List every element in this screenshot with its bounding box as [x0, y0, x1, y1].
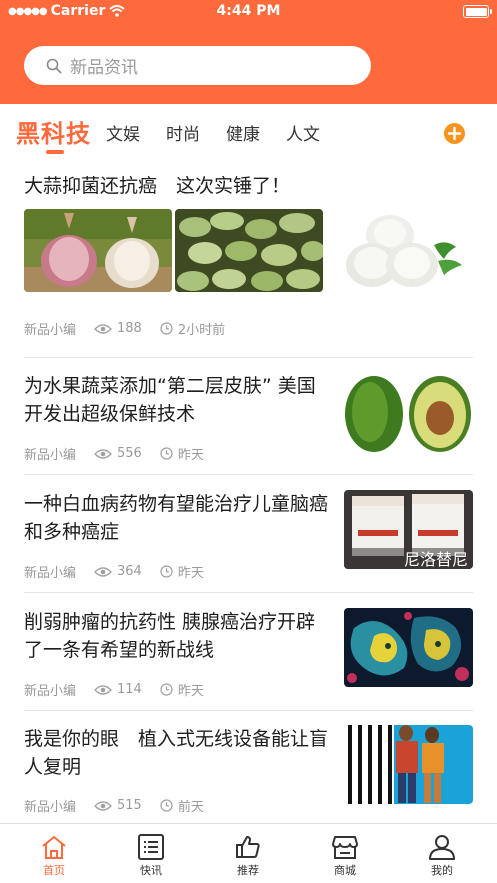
divider [24, 357, 473, 358]
tab-fashion[interactable]: 时尚 [166, 120, 200, 145]
article-views: 188 [117, 321, 142, 336]
bottom-tab-bar: 首页 快讯 推荐 商城 我的 [0, 823, 497, 883]
eye-icon [94, 448, 112, 459]
clock-icon [160, 322, 173, 335]
article-card-garlic[interactable]: 大蒜抑菌还抗癌 这次实锤了！ 新品小编 188 2小时前 [24, 172, 473, 342]
article-author: 新品小编 [24, 684, 77, 699]
article-time: 昨天 [177, 684, 204, 699]
article-views: 556 [117, 446, 142, 461]
tab-entertainment[interactable]: 文娱 [106, 120, 140, 145]
article-card-leukemia-drug[interactable]: 一种白血病药物有望能治疗儿童脑癌和多种癌症 新品小编 364 昨天 尼洛替尼 [24, 490, 473, 588]
active-tab-indicator [46, 150, 64, 154]
clock: 4:44 PM [216, 3, 281, 19]
article-meta: 新品小编 364 昨天 [24, 562, 204, 581]
article-title: 为水果蔬菜添加“第二层皮肤” 美国开发出超级保鲜技术 [24, 375, 316, 425]
article-time: 前天 [177, 800, 204, 815]
nav-recommend[interactable]: 推荐 [208, 824, 288, 883]
article-card-wireless-implant[interactable]: 我是你的眼 植入式无线设备能让盲人复明 新品小编 515 前天 [24, 725, 473, 817]
tab-humanities[interactable]: 人文 [286, 120, 320, 145]
nav-label: 商城 [334, 864, 356, 877]
article-meta: 新品小编 114 昨天 [24, 680, 204, 699]
article-time: 2小时前 [177, 323, 226, 338]
article-card-tumor-resistance[interactable]: 削弱肿瘤的抗药性 胰腺癌治疗开辟了一条有希望的新战线 新品小编 114 昨天 [24, 608, 473, 706]
article-views: 515 [117, 798, 142, 813]
article-meta: 新品小编 188 2小时前 [24, 319, 225, 338]
plus-icon [447, 126, 462, 141]
category-tabs: 黑科技 文娱 时尚 健康 人文 [0, 104, 497, 158]
article-thumbnail: 尼洛替尼 [344, 490, 473, 569]
article-meta: 新品小编 556 昨天 [24, 444, 204, 463]
nav-label: 快讯 [140, 864, 162, 877]
eye-icon [94, 566, 112, 577]
nav-home[interactable]: 首页 [14, 824, 94, 883]
nav-profile[interactable]: 我的 [402, 824, 482, 883]
article-thumbnail [344, 372, 473, 452]
divider [24, 592, 473, 593]
article-thumbnail [344, 608, 473, 687]
status-bar: ●●●●● Carrier 4:44 PM [0, 0, 497, 24]
user-icon [429, 835, 455, 860]
list-icon [138, 834, 164, 860]
nav-label: 推荐 [237, 864, 259, 877]
article-title: 大蒜抑菌还抗癌 这次实锤了！ [24, 175, 291, 197]
article-time: 昨天 [177, 566, 204, 581]
search-placeholder: 新品资讯 [70, 58, 138, 78]
clock-icon [160, 447, 173, 460]
divider [24, 710, 473, 711]
article-card-preservation[interactable]: 为水果蔬菜添加“第二层皮肤” 美国开发出超级保鲜技术 新品小编 556 昨天 [24, 372, 473, 470]
clock-icon [160, 799, 173, 812]
search-icon [46, 58, 62, 73]
thumbnail-caption: 尼洛替尼 [404, 550, 468, 569]
clock-icon [160, 565, 173, 578]
nav-newsflash[interactable]: 快讯 [111, 824, 191, 883]
home-icon [42, 836, 66, 859]
article-views: 364 [117, 564, 142, 579]
article-title: 一种白血病药物有望能治疗儿童脑癌和多种癌症 [24, 493, 329, 543]
eye-icon [94, 800, 112, 811]
article-author: 新品小编 [24, 800, 77, 815]
article-views: 114 [117, 682, 142, 697]
add-category-button[interactable] [444, 123, 465, 144]
nav-label: 首页 [43, 864, 65, 877]
tab-health[interactable]: 健康 [226, 120, 260, 145]
article-image-garlic-3 [326, 209, 473, 292]
article-author: 新品小编 [24, 448, 77, 463]
nav-store[interactable]: 商城 [305, 824, 385, 883]
article-title: 削弱肿瘤的抗药性 胰腺癌治疗开辟了一条有希望的新战线 [24, 611, 316, 661]
article-image-garlic-2 [175, 209, 323, 292]
nav-label: 我的 [431, 864, 453, 877]
article-time: 昨天 [177, 448, 204, 463]
clock-icon [160, 683, 173, 696]
article-meta: 新品小编 515 前天 [24, 796, 204, 815]
header-bar: ●●●●● Carrier 4:44 PM 新品资讯 [0, 0, 497, 104]
article-title: 我是你的眼 植入式无线设备能让盲人复明 [24, 728, 329, 778]
store-icon [332, 836, 358, 859]
search-input[interactable]: 新品资讯 [24, 46, 371, 85]
eye-icon [94, 323, 112, 334]
eye-icon [94, 684, 112, 695]
divider [24, 474, 473, 475]
article-author: 新品小编 [24, 566, 77, 581]
article-thumbnail [344, 725, 473, 804]
tab-black-tech[interactable]: 黑科技 [16, 114, 91, 149]
battery-icon [463, 5, 492, 18]
thumbs-up-icon [236, 836, 260, 858]
article-author: 新品小编 [24, 323, 77, 338]
article-image-garlic-1 [24, 209, 172, 292]
